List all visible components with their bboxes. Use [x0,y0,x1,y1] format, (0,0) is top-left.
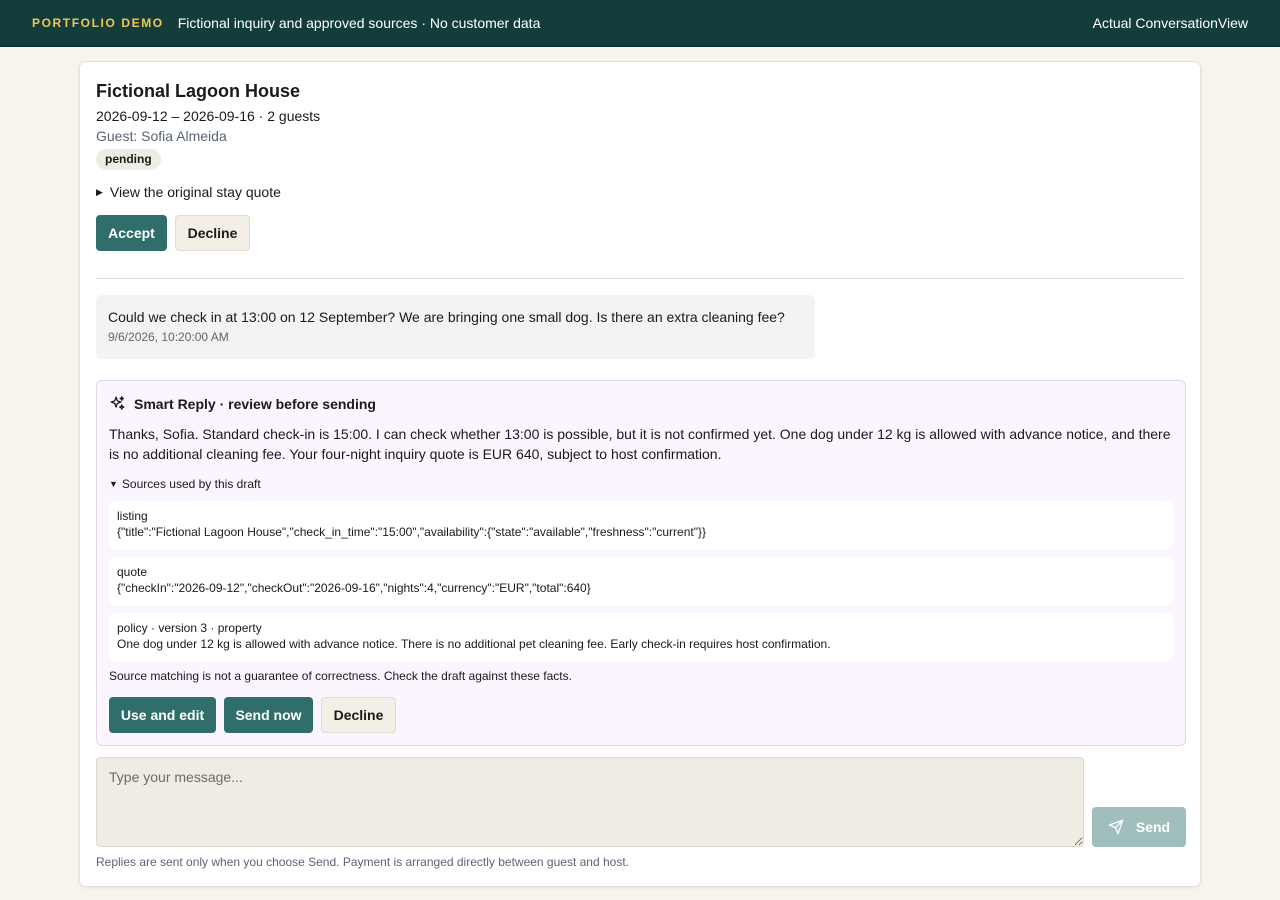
quote-details-toggle[interactable]: ▶ View the original stay quote [96,184,281,200]
source-data: {"checkIn":"2026-09-12","checkOut":"2026… [117,581,591,595]
triangle-down-icon: ▼ [109,479,118,489]
send-now-button[interactable]: Send now [224,697,313,733]
sources-disclaimer: Source matching is not a guarantee of co… [109,669,572,683]
stay-dates: 2026-09-12 – 2026-09-16 · 2 guests [96,108,321,124]
send-button[interactable]: Send [1092,807,1186,847]
use-and-edit-button[interactable]: Use and edit [109,697,216,733]
guest-message: Could we check in at 13:00 on 12 Septemb… [96,295,815,359]
message-timestamp: 9/6/2026, 10:20:00 AM [108,330,229,344]
source-data: One dog under 12 kg is allowed with adva… [117,637,831,651]
decline-button[interactable]: Decline [175,215,250,251]
header-tagline: Fictional inquiry and approved sources ·… [177,15,541,31]
guest-name: Guest: Sofia Almeida [96,128,227,144]
send-icon [1108,819,1124,835]
source-name: listing [117,509,148,523]
divider [96,278,1184,279]
smart-reply-title: Smart Reply · review before sending [134,395,376,412]
message-text: Could we check in at 13:00 on 12 Septemb… [108,309,785,325]
request-actions: Accept Decline [96,215,250,251]
message-input[interactable] [96,757,1084,847]
smart-reply-draft: Thanks, Sofia. Standard check-in is 15:0… [109,426,1171,462]
listing-title: Fictional Lagoon House [96,81,301,101]
smart-reply-panel: Smart Reply · review before sending Than… [96,380,1186,746]
conversation-card: Fictional Lagoon House 2026-09-12 – 2026… [79,61,1201,887]
sparkles-icon [110,396,125,410]
sources-toggle-label: Sources used by this draft [121,477,261,491]
status-badge: pending [96,149,161,170]
source-data: {"title":"Fictional Lagoon House","check… [117,525,706,539]
source-item: listing {"title":"Fictional Lagoon House… [109,501,1173,549]
view-name: Actual ConversationView [1092,15,1248,31]
sources-toggle[interactable]: ▼ Sources used by this draft [109,477,261,491]
triangle-right-icon: ▶ [96,186,103,197]
smart-reply-actions: Use and edit Send now Decline [109,697,396,733]
quote-toggle-label: View the original stay quote [109,184,281,200]
send-label: Send [1135,819,1171,835]
source-item: quote {"checkIn":"2026-09-12","checkOut"… [109,557,1173,605]
source-name: quote [117,565,148,579]
source-name: policy · version 3 · property [117,621,262,635]
smart-reply-header: Smart Reply · review before sending [109,395,376,412]
top-bar: PORTFOLIO DEMO Fictional inquiry and app… [0,0,1280,47]
accept-button[interactable]: Accept [96,215,167,251]
composer-footnote: Replies are sent only when you choose Se… [96,855,629,869]
brand-label: PORTFOLIO DEMO [32,16,164,30]
decline-draft-button[interactable]: Decline [321,697,396,733]
source-item: policy · version 3 · property One dog un… [109,613,1173,661]
